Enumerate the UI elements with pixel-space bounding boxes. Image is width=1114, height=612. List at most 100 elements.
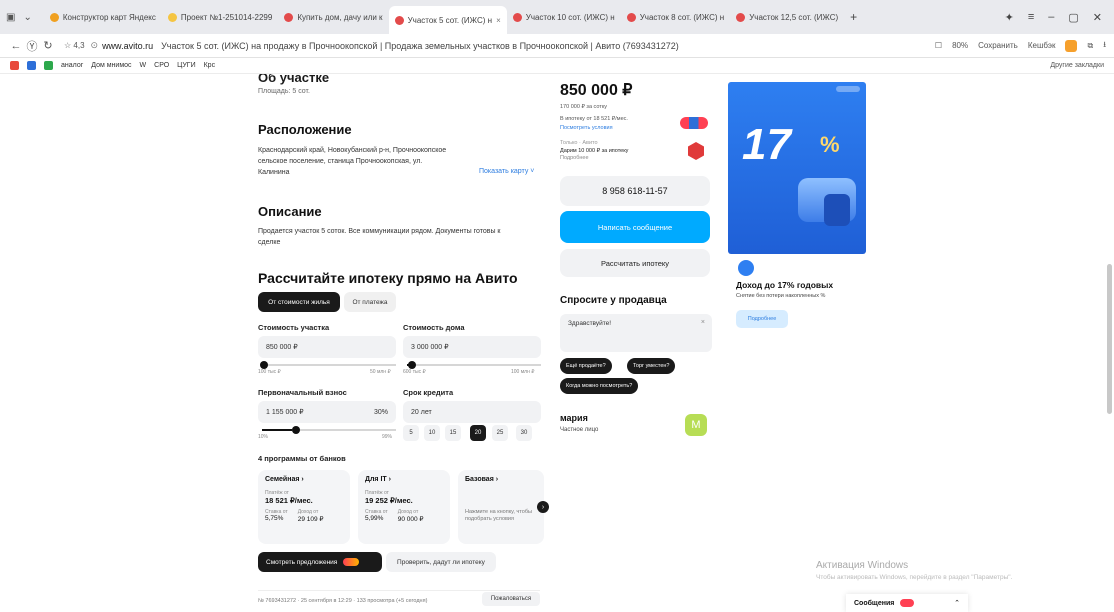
ad-subtitle: Снятие без потери накопленных % (736, 293, 826, 299)
ask-seller-input[interactable]: Здравствуйте! × (560, 314, 712, 352)
see-terms-link[interactable]: Посмотреть условия (560, 125, 613, 131)
bank-card-basic[interactable]: Базовая › Нажмите на кнопку, чтобы подоб… (458, 470, 544, 544)
restore-icon[interactable]: ▢ (1068, 11, 1078, 24)
tab-list-icon[interactable]: ⌄ (23, 12, 31, 23)
tab-plot-12[interactable]: Участок 12,5 сот. (ИЖС) (730, 5, 844, 29)
tab-buy-house[interactable]: Купить дом, дачу или к (278, 5, 388, 29)
site-rating[interactable]: ☆ 4,3 (64, 41, 85, 50)
tab-bar-left-icons: ▣ ⌄ (6, 12, 32, 23)
term-option-25[interactable]: 25 (492, 425, 508, 441)
bank-payment: 19 252 ₽/мес. (365, 496, 413, 505)
tab-yandex-maps[interactable]: Конструктор карт Яндекс (44, 5, 162, 29)
ad-more-button[interactable]: Подробнее (736, 310, 788, 328)
banks-logo-icon (343, 558, 360, 566)
bank-payment: 18 521 ₽/мес. (265, 496, 313, 505)
unread-badge (900, 599, 915, 607)
bookmark-red-icon[interactable] (10, 61, 19, 70)
tab-plot-5-active[interactable]: Участок 5 сот. (ИЖС) н × (388, 6, 507, 34)
minimize-icon[interactable]: – (1048, 11, 1054, 24)
reload-icon[interactable]: ↻ (40, 39, 56, 52)
quick-question-still-selling[interactable]: Ещё продаёте? (560, 358, 612, 374)
down-payment-knob[interactable] (292, 426, 300, 434)
extensions-icon[interactable]: ⧉ (1087, 41, 1093, 51)
carousel-next-icon[interactable]: › (537, 501, 549, 513)
quick-question-bargain[interactable]: Торг уместен? (627, 358, 676, 374)
seller-name[interactable]: мария (560, 413, 588, 423)
description-line-1: Продается участок 5 соток. Все коммуника… (258, 228, 501, 235)
messages-widget[interactable]: Сообщения ⌃ (846, 594, 968, 612)
down-payment-slider[interactable] (262, 426, 396, 434)
show-phone-button[interactable]: 8 958 618-11-57 (560, 176, 710, 206)
url-field[interactable]: www.avito.ru (102, 41, 153, 51)
window-controls: ✦ ≡ – ▢ ✕ (1005, 11, 1108, 24)
avito-favicon-icon (284, 12, 294, 22)
menu-icon[interactable]: ≡ (1028, 11, 1034, 24)
bank-card-family[interactable]: Семейная › Платёж от 18 521 ₽/мес. Ставк… (258, 470, 350, 544)
term-option-15[interactable]: 15 (445, 425, 461, 441)
toggle-by-payment[interactable]: От платежа (344, 292, 396, 312)
ad-block[interactable]: 17 % Доход до 17% годовых Снятие без пот… (728, 82, 866, 338)
calc-mortgage-button[interactable]: Рассчитать ипотеку (560, 249, 710, 277)
page-scrollbar[interactable] (1107, 264, 1112, 414)
cashback-button[interactable]: Кешбэк (1028, 41, 1056, 50)
description-line-2: сделке (258, 239, 281, 246)
page-title-in-address[interactable]: Участок 5 сот. (ИЖС) на продажу в Прочно… (161, 41, 679, 51)
close-window-icon[interactable]: ✕ (1093, 11, 1102, 24)
tab-plot-10[interactable]: Участок 10 сот. (ИЖС) н (507, 5, 621, 29)
down-payment-input[interactable]: 1 155 000 ₽30% (258, 401, 396, 423)
bookmark-dom[interactable]: Дом мнимос (91, 62, 131, 69)
chevron-up-icon[interactable]: ⌃ (954, 599, 960, 607)
ad-title: Доход до 17% годовых (736, 280, 834, 290)
term-option-10[interactable]: 10 (424, 425, 440, 441)
show-map-link[interactable]: Показать карту ˅ (479, 168, 534, 175)
back-icon[interactable]: ← (8, 40, 24, 52)
yandex-home-icon[interactable]: Ⓨ (24, 38, 40, 54)
ad-badge (836, 86, 860, 92)
term-option-5[interactable]: 5 (403, 425, 419, 441)
house-price-slider[interactable] (407, 361, 541, 369)
bookmark-w[interactable]: W (140, 62, 147, 69)
land-price-knob[interactable] (260, 361, 268, 369)
new-tab-button[interactable]: + (844, 5, 863, 29)
other-bookmarks[interactable]: Другие закладки (1050, 62, 1104, 69)
bookmark-analog[interactable]: аналог (61, 62, 83, 69)
save-page-button[interactable]: Сохранить (978, 41, 1018, 50)
term-option-20[interactable]: 20 (470, 425, 486, 441)
land-price-slider[interactable] (260, 361, 396, 369)
reader-icon[interactable]: ☐ (935, 41, 942, 50)
bookmark-sro[interactable]: СРО (154, 62, 169, 69)
quick-question-when-view[interactable]: Когда можно посмотреть? (560, 378, 639, 394)
house-price-input[interactable]: 3 000 000 ₽ (403, 336, 541, 358)
bookmark-blue-icon[interactable] (27, 61, 36, 70)
secure-icon[interactable]: ⊙ (91, 40, 99, 51)
loan-term-input[interactable]: 20 лет (403, 401, 541, 423)
tab-plot-8[interactable]: Участок 8 сот. (ИЖС) н (621, 5, 731, 29)
tab-menu-icon[interactable]: ▣ (6, 12, 15, 23)
bookmark-manager-icon[interactable]: ✦ (1005, 11, 1014, 24)
term-option-30[interactable]: 30 (516, 425, 532, 441)
gift-more[interactable]: Подробнее (560, 155, 589, 162)
toggle-by-price[interactable]: От стоимости жилья (258, 292, 340, 312)
extension-icon[interactable] (1065, 39, 1078, 52)
avatar[interactable]: М (685, 414, 707, 436)
bookmark-krs[interactable]: Крс (204, 62, 215, 69)
see-offers-button[interactable]: Смотреть предложения (258, 552, 382, 572)
house-price-knob[interactable] (408, 361, 416, 369)
write-message-button[interactable]: Написать сообщение (560, 211, 710, 243)
close-tab-icon[interactable]: × (496, 16, 501, 25)
avito-favicon-icon (394, 15, 404, 25)
tab-project[interactable]: Проект №1-251014-2299 (162, 5, 278, 29)
loan-term-label: Срок кредита (403, 388, 454, 397)
bank-name: Семейная › (265, 476, 304, 483)
land-price-input[interactable]: 850 000 ₽ (258, 336, 396, 358)
bookmark-green-icon[interactable] (44, 61, 53, 70)
bookmark-cugi[interactable]: ЦУГИ (177, 62, 195, 69)
complain-button[interactable]: Пожаловаться (482, 592, 540, 606)
clear-input-icon[interactable]: × (701, 319, 705, 326)
download-icon[interactable]: ⭳ (1103, 39, 1106, 53)
doc-favicon-icon (167, 12, 177, 22)
zoom-level[interactable]: 80% (952, 41, 968, 50)
bank-card-it[interactable]: Для IT › Платёж от 19 252 ₽/мес. Ставка … (358, 470, 450, 544)
ad-banner[interactable]: 17 % (728, 82, 866, 254)
check-mortgage-button[interactable]: Проверить, дадут ли ипотеку (386, 552, 496, 572)
